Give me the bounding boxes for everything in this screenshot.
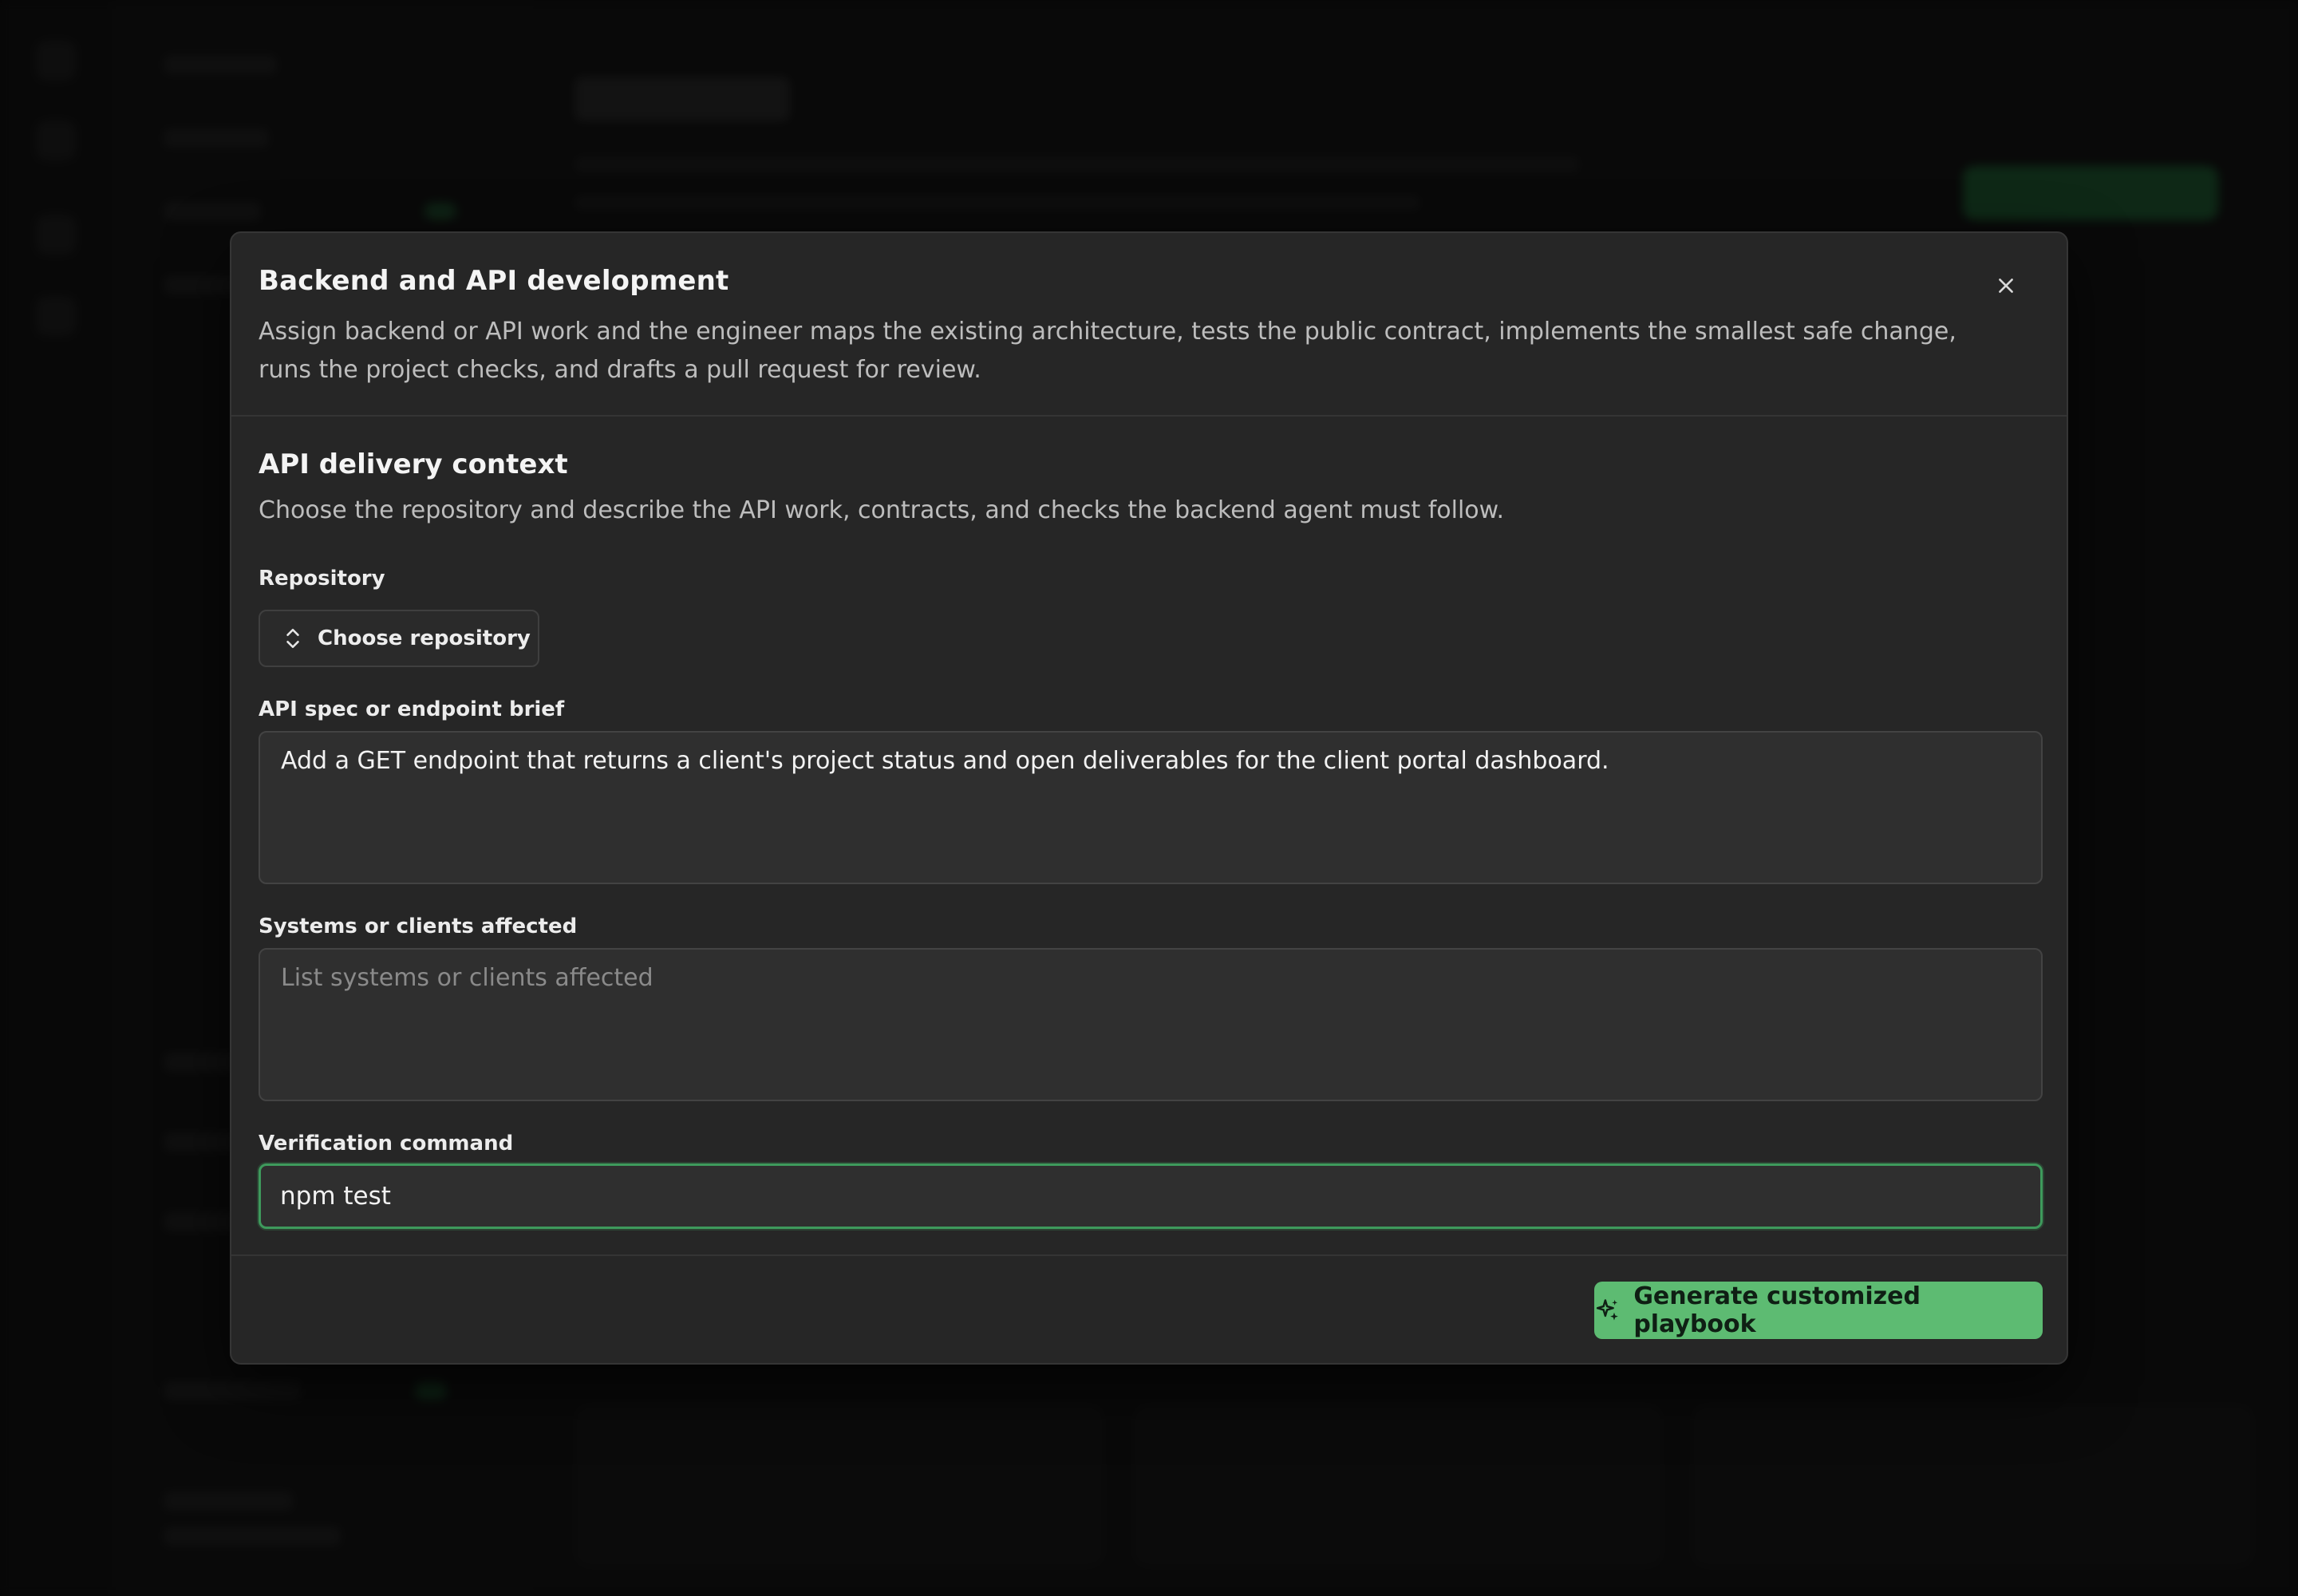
api-spec-label: API spec or endpoint brief [259, 697, 565, 721]
section-title: API delivery context [259, 448, 568, 480]
api-spec-textarea[interactable]: Add a GET endpoint that returns a client… [259, 731, 2043, 884]
choose-repository-button[interactable]: Choose repository [259, 610, 539, 667]
section-description: Choose the repository and describe the A… [259, 496, 1504, 524]
generate-playbook-button[interactable]: Generate customized playbook [1594, 1282, 2043, 1339]
modal-footer: Generate customized playbook [231, 1254, 2067, 1366]
playbook-modal: Backend and API development Assign backe… [230, 231, 2068, 1365]
chevron-up-down-icon [286, 628, 299, 649]
systems-affected-label: Systems or clients affected [259, 915, 578, 938]
modal-title: Backend and API development [259, 265, 729, 297]
modal-header: Backend and API development Assign backe… [231, 233, 2067, 417]
modal-description: Assign backend or API work and the engin… [259, 318, 1956, 384]
verification-command-input[interactable]: npm test [259, 1163, 2043, 1229]
close-icon [1999, 279, 2013, 293]
sparkles-icon [1596, 1299, 1618, 1321]
choose-repository-label: Choose repository [318, 626, 531, 650]
generate-playbook-label: Generate customized playbook [1633, 1282, 1921, 1338]
repository-label: Repository [259, 567, 385, 591]
systems-affected-textarea[interactable]: List systems or clients affected [259, 948, 2043, 1101]
close-button[interactable] [1987, 267, 2025, 305]
verification-command-label: Verification command [259, 1132, 514, 1156]
